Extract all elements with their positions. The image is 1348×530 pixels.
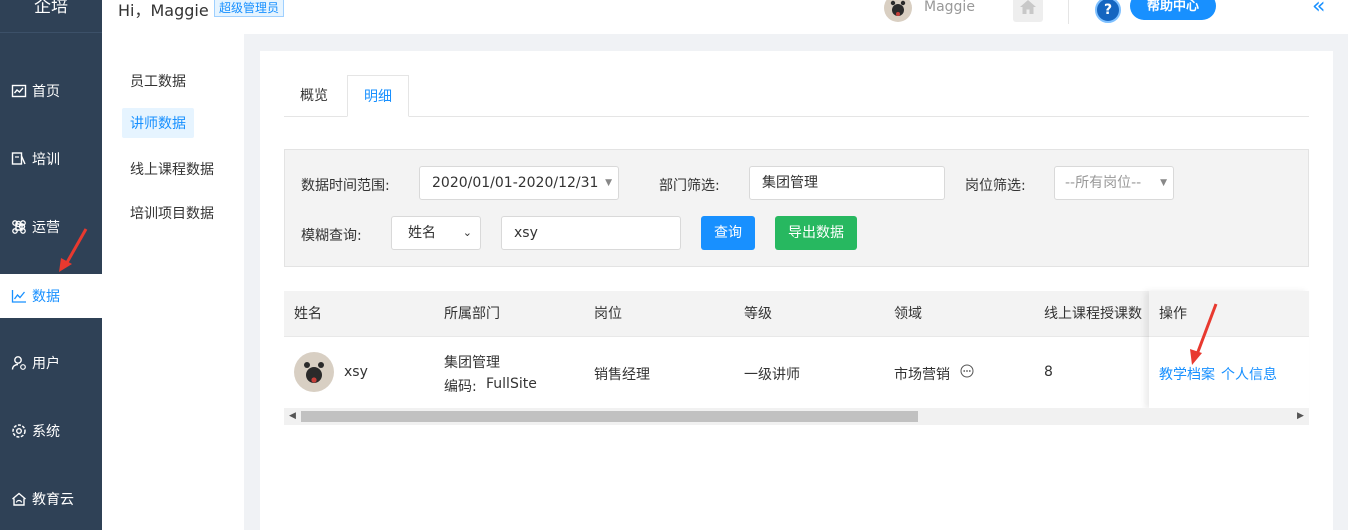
tab-detail[interactable]: 明细 <box>347 75 409 117</box>
cell-post: 销售经理 <box>594 367 650 383</box>
cell-online-courses: 8 <box>1044 364 1053 380</box>
annotation-arrow-icon <box>1190 303 1218 365</box>
nav-item-label: 教育云 <box>32 492 74 508</box>
search-input-value: xsy <box>514 225 538 241</box>
horizontal-scrollbar[interactable]: ◀ ▶ <box>284 408 1309 425</box>
nav-item-edu-cloud[interactable]: 教育云 <box>0 477 102 521</box>
help-question-icon[interactable]: ? <box>1095 0 1121 23</box>
nav-item-label: 首页 <box>32 84 60 100</box>
lecturer-table: 姓名 所属部门 岗位 等级 领域 线上课程授课数 xsy 集团管理 编码: Fu… <box>284 291 1309 425</box>
teaching-archive-link[interactable]: 教学档案 <box>1159 364 1215 384</box>
column-header-actions: 操作 <box>1149 291 1309 337</box>
column-header-field: 领域 <box>894 306 922 322</box>
nav-item-data[interactable]: 数据 <box>0 274 102 318</box>
post-filter-label: 岗位筛选: <box>965 178 1026 194</box>
nav-item-home[interactable]: 首页 <box>0 69 102 113</box>
top-header: Hi，Maggie 超级管理员 Maggie ? 帮助中心 « <box>102 0 1348 34</box>
subnav-item-employee-data[interactable]: 员工数据 <box>122 66 194 96</box>
fuzzy-query-label: 模糊查询: <box>301 228 362 244</box>
nav-item-label: 用户 <box>32 356 60 372</box>
more-icon[interactable] <box>960 364 974 378</box>
column-header-post: 岗位 <box>594 306 622 322</box>
dept-filter-field[interactable]: 集团管理 <box>749 166 945 200</box>
chart-icon <box>11 290 26 303</box>
scroll-left-icon[interactable]: ◀ <box>284 408 301 425</box>
help-center-button[interactable]: 帮助中心 <box>1130 0 1216 20</box>
date-range-picker[interactable]: 2020/01/01-2020/12/31 ▼ <box>419 166 619 200</box>
chevron-down-icon: ⌄ <box>462 226 472 239</box>
header-divider <box>1068 0 1069 24</box>
home-button[interactable] <box>1013 0 1043 22</box>
chevron-down-icon: ▼ <box>1160 178 1167 188</box>
tab-overview[interactable]: 概览 <box>284 75 344 117</box>
username[interactable]: Maggie <box>924 0 975 15</box>
fuzzy-field-value: 姓名 <box>408 225 436 241</box>
dept-filter-label: 部门筛选: <box>659 178 720 194</box>
operation-icon <box>12 220 26 234</box>
tab-bar: 概览 明细 <box>284 75 1309 117</box>
sub-navigation: 员工数据 讲师数据 线上课程数据 培训项目数据 <box>102 34 244 530</box>
fixed-action-column: 操作 教学档案 个人信息 <box>1149 291 1309 409</box>
nav-item-users[interactable]: 用户 <box>0 341 102 385</box>
subnav-item-training-project-data[interactable]: 培训项目数据 <box>122 198 222 228</box>
query-button[interactable]: 查询 <box>701 216 755 250</box>
app-logo: 企培 <box>0 0 102 33</box>
date-range-value: 2020/01/01-2020/12/31 <box>432 175 599 191</box>
nav-item-system[interactable]: 系统 <box>0 409 102 453</box>
personal-info-link[interactable]: 个人信息 <box>1221 364 1277 384</box>
post-filter-select[interactable]: --所有岗位-- ▼ <box>1054 166 1174 200</box>
greeting-text: Hi，Maggie <box>118 1 209 20</box>
nav-item-training[interactable]: 培训 <box>0 137 102 181</box>
column-header-level: 等级 <box>744 306 772 322</box>
scrollbar-thumb[interactable] <box>301 411 918 422</box>
cell-level: 一级讲师 <box>744 367 800 383</box>
nav-item-label: 培训 <box>32 152 60 168</box>
cell-field: 市场营销 <box>894 367 950 383</box>
search-input[interactable]: xsy <box>501 216 681 250</box>
cell-name: xsy <box>344 364 368 380</box>
user-icon <box>11 356 26 370</box>
cell-code-label: 编码: <box>444 379 477 395</box>
dept-filter-value: 集团管理 <box>762 175 818 191</box>
home-icon <box>1020 0 1036 14</box>
cloud-icon <box>12 492 26 506</box>
subnav-item-lecturer-data[interactable]: 讲师数据 <box>122 108 194 138</box>
post-filter-placeholder: --所有岗位-- <box>1065 175 1142 191</box>
nav-item-label: 系统 <box>32 424 60 440</box>
main-content-card: 概览 明细 数据时间范围: 2020/01/01-2020/12/31 ▼ 部门… <box>260 51 1333 530</box>
training-icon <box>11 152 26 165</box>
subnav-item-online-course-data[interactable]: 线上课程数据 <box>122 154 222 184</box>
column-header-online-courses: 线上课程授课数 <box>1044 306 1142 322</box>
filter-panel: 数据时间范围: 2020/01/01-2020/12/31 ▼ 部门筛选: 集团… <box>284 149 1309 267</box>
avatar[interactable] <box>884 0 912 22</box>
role-badge: 超级管理员 <box>214 0 285 17</box>
fuzzy-field-select[interactable]: 姓名 ⌄ <box>391 216 481 250</box>
cell-code: FullSite <box>486 376 537 392</box>
column-header-dept: 所属部门 <box>444 306 500 322</box>
export-data-button[interactable]: 导出数据 <box>775 216 857 250</box>
gear-icon <box>12 424 26 438</box>
cell-dept: 集团管理 <box>444 355 500 371</box>
avatar <box>294 352 334 392</box>
annotation-arrow-icon <box>59 228 88 272</box>
dashboard-icon <box>11 84 27 98</box>
scroll-right-icon[interactable]: ▶ <box>1292 408 1309 425</box>
chevron-down-icon: ▼ <box>605 178 612 188</box>
collapse-sidebar-icon[interactable]: « <box>1312 0 1325 19</box>
column-header-name: 姓名 <box>294 306 322 322</box>
nav-item-label: 数据 <box>32 289 60 305</box>
date-range-label: 数据时间范围: <box>301 178 390 194</box>
